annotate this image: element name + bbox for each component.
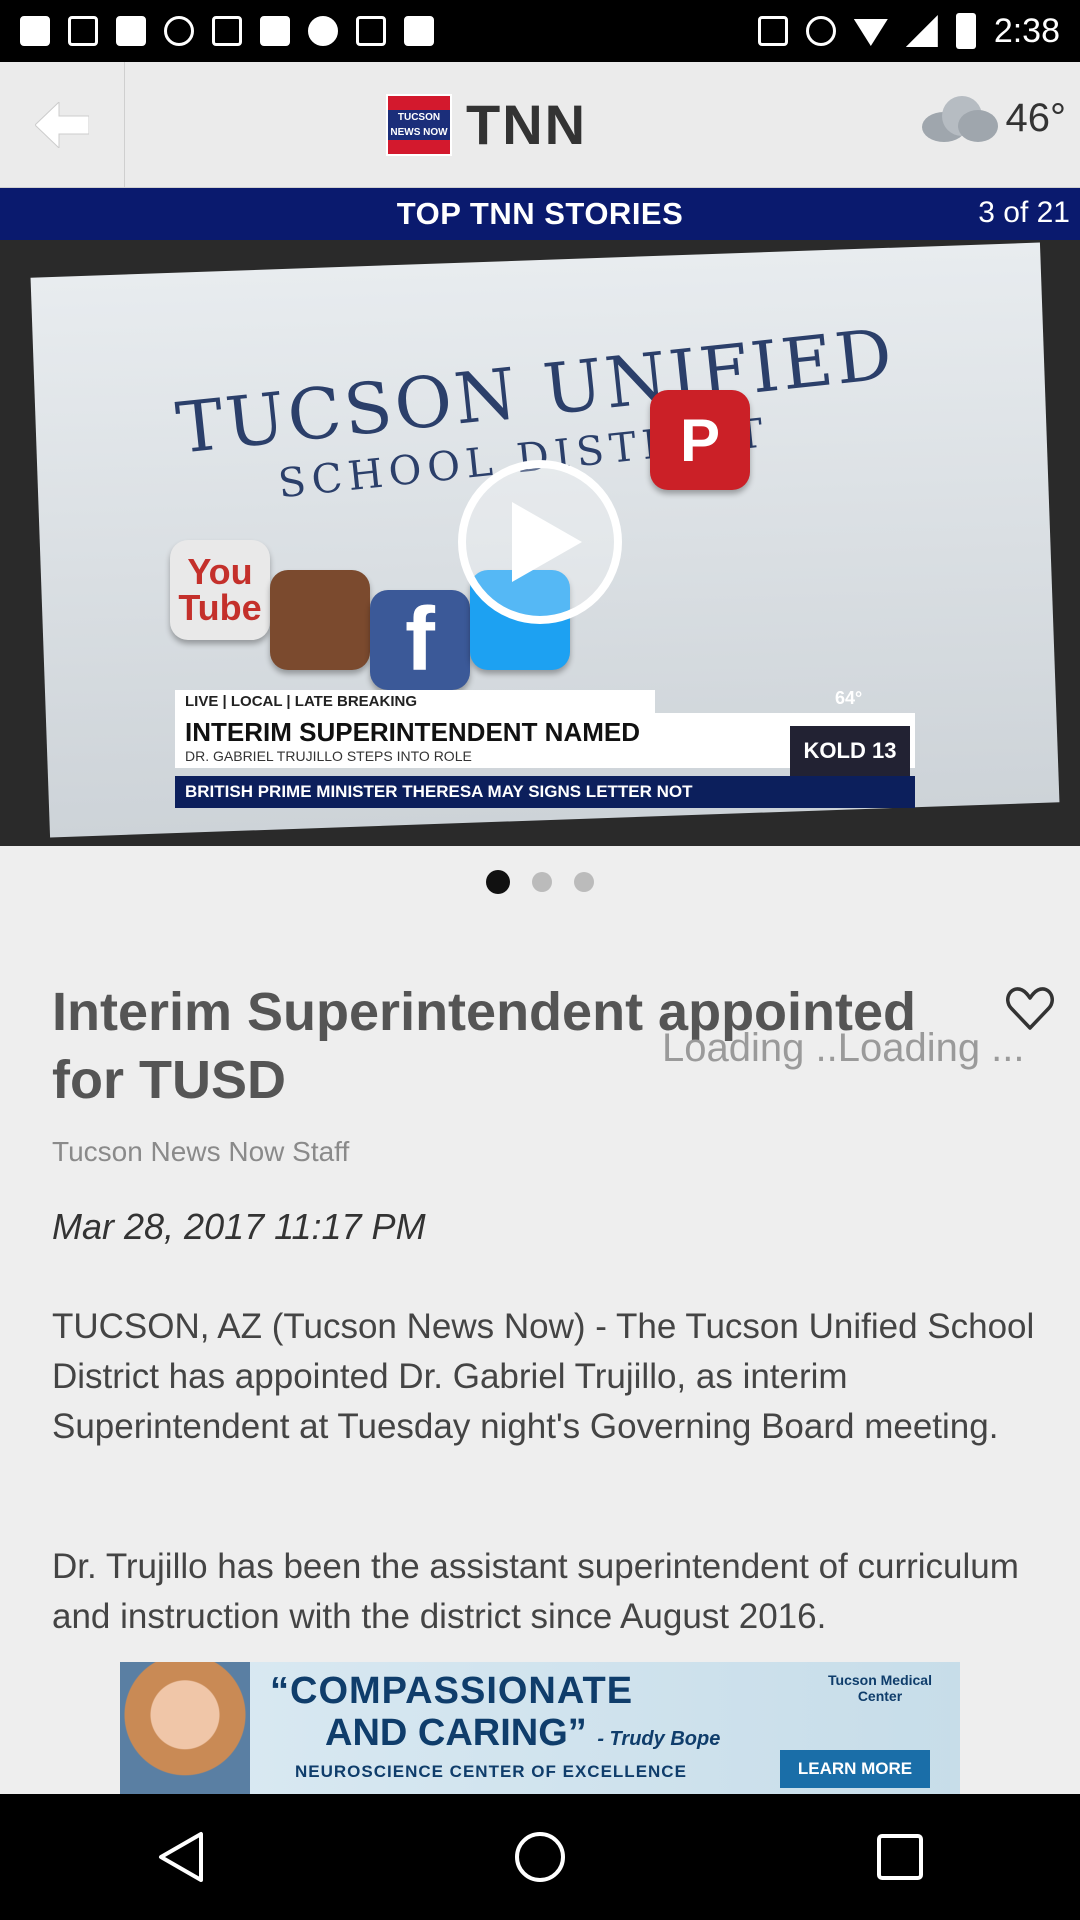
play-button[interactable] — [458, 460, 622, 624]
ad-tagline: NEUROSCIENCE CENTER OF EXCELLENCE — [295, 1762, 687, 1781]
satellite-notification-icon — [212, 16, 242, 46]
youtube-tile: You Tube — [170, 540, 270, 640]
status-bar: 2:38 — [0, 0, 1080, 62]
lower-third-tag: LIVE | LOCAL | LATE BREAKING — [175, 690, 655, 713]
loading-indicator: Loading ..Loading ... — [662, 1026, 1025, 1070]
system-nav-bar — [0, 1794, 1080, 1920]
instagram-tile — [270, 570, 370, 670]
triangle-back-icon — [159, 1832, 203, 1882]
story-counter: 3 of 21 — [978, 196, 1070, 229]
facebook-notification-icon — [20, 16, 50, 46]
ad-learn-more-button[interactable]: LEARN MORE — [780, 1750, 930, 1788]
article-paragraph-1: TUCSON, AZ (Tucson News Now) - The Tucso… — [52, 1307, 1035, 1446]
ad-headline-1: “COMPASSIONATE — [270, 1670, 634, 1712]
ad-photo — [120, 1662, 250, 1794]
ad-banner[interactable]: “COMPASSIONATE AND CARING” - Trudy Bope … — [120, 1662, 960, 1794]
logo-text: TNN — [466, 93, 588, 156]
signal-icon — [905, 15, 938, 47]
tnn-logo: TUCSON NEWS NOW TNN — [386, 92, 587, 157]
app-header: TUCSON NEWS NOW TNN 46° — [0, 62, 1080, 188]
video-player[interactable]: TUCSON UNIFIED SCHOOL DISTRICT You Tube … — [0, 240, 1080, 846]
mail-notification-icon — [68, 16, 98, 46]
nav-recent-button[interactable] — [840, 1817, 960, 1897]
status-system-icons: 2:38 — [757, 11, 1060, 51]
article-paragraph-2: Dr. Trujillo has been the assistant supe… — [52, 1547, 1019, 1636]
carousel-dot-2[interactable] — [532, 872, 552, 892]
article-date: Mar 28, 2017 11:17 PM — [52, 1206, 426, 1247]
article-content: Interim Superintendent appointed for TUS… — [0, 940, 1080, 1662]
wifi-icon — [853, 19, 888, 46]
station-logo: KOLD 13 — [790, 726, 910, 776]
section-bar: TOP TNN STORIES 3 of 21 — [0, 188, 1080, 240]
ad-headline-2: AND CARING” - Trudy Bope — [325, 1712, 720, 1755]
station-temperature: 64° — [835, 688, 863, 708]
carousel-indicator — [0, 870, 1080, 894]
battery-icon — [955, 13, 976, 49]
nav-home-button[interactable] — [480, 1817, 600, 1897]
heart-icon — [1006, 987, 1054, 1030]
square-recent-icon — [877, 1834, 923, 1880]
back-button[interactable] — [0, 62, 125, 188]
cloud-icon — [918, 90, 998, 146]
section-title: TOP TNN STORIES — [396, 196, 684, 231]
back-arrow-icon — [35, 102, 89, 148]
carousel-dot-1[interactable] — [486, 870, 510, 894]
carousel-dot-3[interactable] — [574, 872, 594, 892]
play-icon — [512, 502, 582, 582]
nav-back-button[interactable] — [120, 1817, 240, 1897]
lock-notification-icon — [260, 16, 290, 46]
message-notification-icon — [116, 16, 146, 46]
status-time: 2:38 — [993, 11, 1060, 50]
status-notification-icons — [20, 16, 434, 46]
facebook-tile: f — [370, 590, 470, 690]
logo-badge: TUCSON NEWS NOW — [386, 93, 452, 156]
alarm-icon — [805, 16, 836, 46]
circle-home-icon — [515, 1832, 565, 1882]
game-notification-icon — [308, 16, 338, 46]
ad-author: - Trudy Bope — [597, 1728, 721, 1750]
alert-notification-icon — [164, 16, 194, 46]
logo-badge-text: TUCSON NEWS NOW — [388, 109, 450, 140]
bluetooth-icon — [757, 16, 788, 46]
ad-brand-logo: Tucson Medical Center — [828, 1672, 932, 1704]
video-notification-icon — [404, 16, 434, 46]
weather-widget[interactable]: 46° — [918, 90, 1067, 146]
checklist-notification-icon — [356, 16, 386, 46]
news-ticker: BRITISH PRIME MINISTER THERESA MAY SIGNS… — [175, 776, 915, 808]
weather-temperature: 46° — [1005, 95, 1067, 140]
ad-headline-2-text: AND CARING” — [325, 1712, 587, 1754]
article-byline: Tucson News Now Staff — [52, 1136, 350, 1167]
pinterest-tile: P — [650, 390, 750, 490]
